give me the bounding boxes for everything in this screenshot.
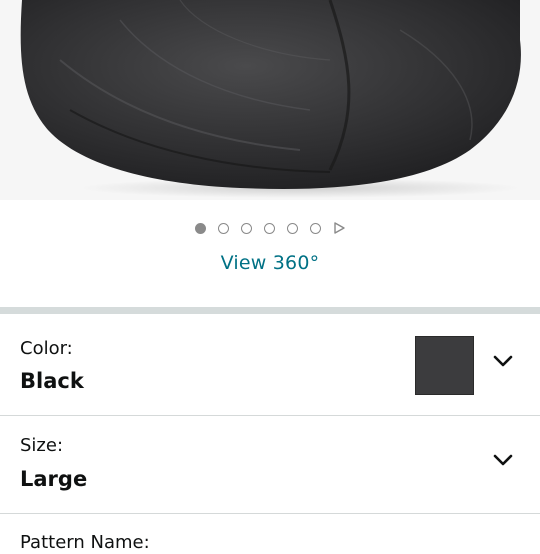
color-label: Color: [20, 338, 73, 359]
carousel-dot[interactable] [264, 222, 275, 234]
view-360-link[interactable]: View 360° [0, 252, 540, 274]
product-image[interactable] [0, 0, 540, 200]
play-video-icon[interactable] [333, 222, 345, 234]
carousel-dot[interactable] [195, 222, 206, 234]
section-divider [0, 307, 540, 314]
pattern-selector[interactable]: Pattern Name: [0, 514, 540, 554]
carousel-dot[interactable] [310, 222, 321, 234]
color-value: Black [20, 369, 84, 393]
carousel-dot[interactable] [218, 222, 229, 234]
chevron-down-icon[interactable] [492, 354, 514, 368]
size-value: Large [20, 467, 88, 491]
color-swatch[interactable] [415, 336, 474, 395]
size-label: Size: [20, 435, 64, 456]
color-selector[interactable]: Color: Black [0, 314, 540, 416]
carousel-dot[interactable] [241, 222, 252, 234]
size-selector[interactable]: Size: Large [0, 416, 540, 514]
bean-bag-image [20, 0, 521, 198]
carousel-dot[interactable] [287, 222, 298, 234]
chevron-down-icon[interactable] [492, 453, 514, 467]
image-carousel-indicator[interactable] [0, 220, 540, 236]
pattern-label: Pattern Name: [20, 532, 150, 553]
